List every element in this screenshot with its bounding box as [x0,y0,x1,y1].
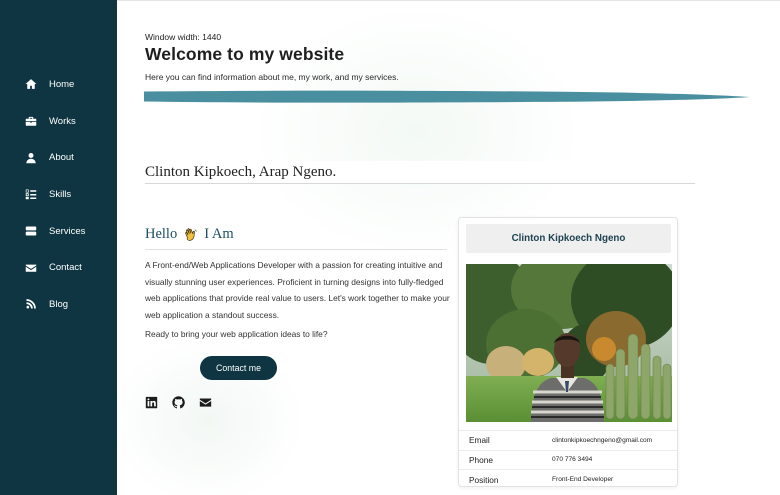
sidebar-item-label: Services [49,225,86,237]
sidebar-nav: Home Works About Skills Services Contact… [0,66,117,323]
tasks-icon [25,188,37,200]
brush-stroke-divider [144,90,750,103]
sidebar-item-services[interactable]: Services [0,213,117,250]
email-value[interactable]: clintonkipkoechngeno@gmail.com [552,430,677,450]
table-row: Position Front-End Developer [459,469,677,486]
table-row: Phone 070 776 3494 [459,449,677,470]
page-title: Welcome to my website [145,44,345,64]
cta-text: Ready to bring your web application idea… [145,329,328,339]
page-subtitle: Here you can find information about me, … [145,72,399,82]
phone-label: Phone [459,449,552,470]
sidebar-item-label: About [49,152,74,164]
linkedin-icon[interactable] [145,396,158,409]
server-icon [25,225,37,237]
github-icon[interactable] [172,396,185,409]
phone-value: 070 776 3494 [552,449,677,470]
social-links [145,396,212,409]
profile-info-table: Email clintonkipkoechngeno@gmail.com Pho… [459,430,677,486]
contact-me-button[interactable]: Contact me [200,356,277,380]
sidebar-item-home[interactable]: Home [0,66,117,103]
user-icon [25,152,37,164]
briefcase-icon [25,115,37,127]
sidebar-item-label: Skills [49,188,72,200]
hello-text: Hello [145,226,178,242]
profile-card-name: Clinton Kipkoech Ngeno [466,224,671,253]
email-label: Email [459,430,552,450]
name-heading-bar: Clinton Kipkoech, Arap Ngeno. [145,161,695,184]
envelope-icon [25,262,37,274]
bio-paragraph: A Front-end/Web Applications Developer w… [145,260,450,320]
sidebar-item-contact[interactable]: Contact [0,249,117,286]
sidebar-item-about[interactable]: About [0,139,117,176]
envelope-icon[interactable] [199,396,212,409]
sidebar-item-label: Blog [49,298,69,310]
position-label: Position [459,469,552,486]
hello-heading: Hello I Am [145,226,234,243]
sidebar-item-skills[interactable]: Skills [0,176,117,213]
sidebar-item-label: Home [49,78,75,90]
home-icon [25,78,37,90]
sidebar: Home Works About Skills Services Contact… [0,0,117,495]
blog-icon [25,298,37,310]
profile-photo [466,264,672,422]
sidebar-item-blog[interactable]: Blog [0,286,117,323]
main-content: Window width: 1440 Welcome to my website… [117,0,780,495]
sidebar-item-works[interactable]: Works [0,103,117,140]
table-row: Email clintonkipkoechngeno@gmail.com [459,430,677,450]
hello-divider [145,249,447,250]
full-name-heading: Clinton Kipkoech, Arap Ngeno. [145,164,337,180]
sidebar-item-label: Works [49,115,76,127]
window-width-readout: Window width: 1440 [145,32,222,42]
waving-hand-icon [183,227,199,243]
i-am-text: I Am [204,226,234,242]
profile-card: Clinton Kipkoech Ngeno Email clintonkipk… [458,217,678,487]
position-value: Front-End Developer [552,469,677,486]
sidebar-item-label: Contact [49,262,82,274]
